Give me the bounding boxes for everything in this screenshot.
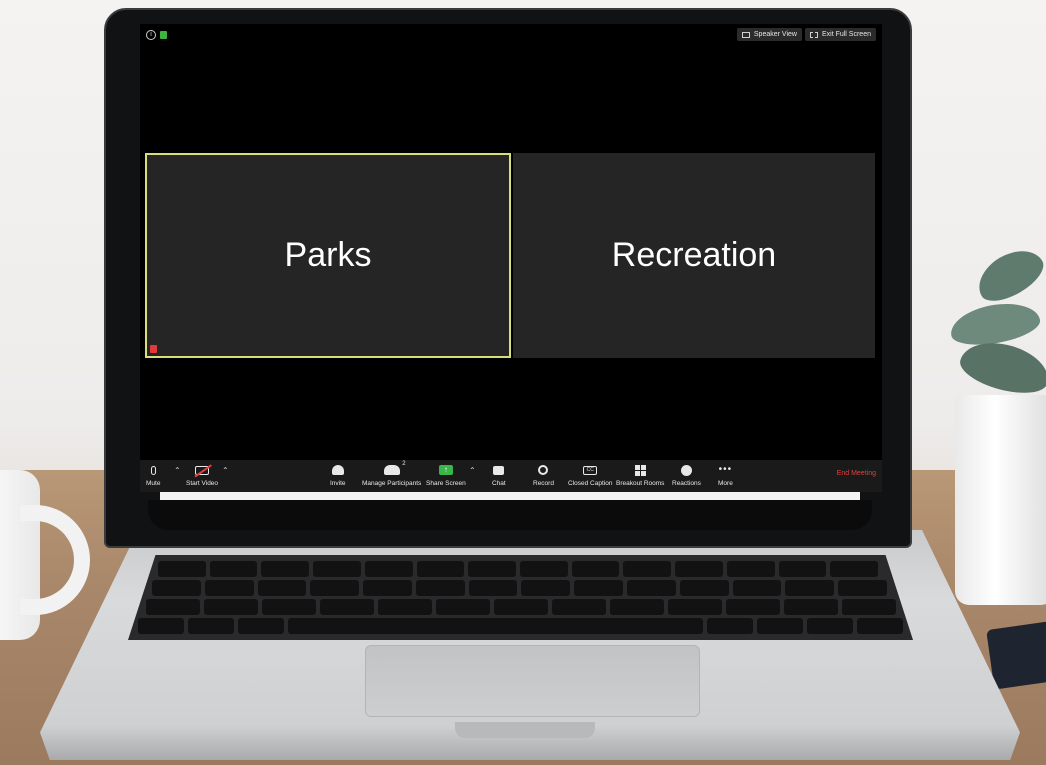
plant-pot (955, 395, 1046, 605)
breakout-rooms-button[interactable]: Breakout Rooms (616, 460, 664, 492)
muted-mic-icon (150, 345, 157, 353)
speaker-view-icon (741, 31, 750, 38)
closed-caption-button[interactable]: CC Closed Caption (568, 460, 612, 492)
lid-notch (455, 722, 595, 738)
meeting-toolbar: Mute ⌃ Start Video ⌃ Invite 2 Manage Par… (140, 460, 882, 492)
closed-caption-icon: CC (583, 465, 598, 475)
meeting-window: i Speaker View Exit Full Screen Parks Re… (140, 24, 882, 492)
top-left-status: i (146, 30, 167, 40)
view-controls: Speaker View Exit Full Screen (736, 28, 876, 41)
share-screen-label: Share Screen (426, 480, 466, 487)
info-icon[interactable]: i (146, 30, 156, 40)
invite-button[interactable]: Invite (330, 460, 346, 492)
speaker-view-label: Speaker View (753, 31, 797, 38)
keyboard (128, 555, 913, 640)
participant-name: Parks (284, 236, 372, 274)
key-row (146, 599, 896, 615)
more-button[interactable]: ••• More (718, 460, 733, 492)
reactions-button[interactable]: Reactions (672, 460, 701, 492)
record-icon (538, 465, 549, 475)
more-label: More (718, 480, 733, 487)
audio-options-chevron-icon[interactable]: ⌃ (174, 466, 181, 475)
share-screen-icon: ↑ (438, 465, 453, 475)
participants-icon (383, 465, 400, 475)
lock-icon[interactable] (160, 31, 167, 39)
add-user-icon (331, 465, 344, 475)
participant-count: 2 (402, 461, 406, 467)
participant-tile-recreation[interactable]: Recreation (513, 153, 875, 358)
record-label: Record (533, 480, 554, 487)
mute-button[interactable]: Mute (146, 460, 160, 492)
chat-label: Chat (492, 480, 506, 487)
chat-button[interactable]: Chat (492, 460, 506, 492)
participant-tile-parks[interactable]: Parks (145, 153, 511, 358)
key-row (138, 618, 903, 634)
exit-full-screen-label: Exit Full Screen (821, 31, 871, 38)
reactions-label: Reactions (672, 480, 701, 487)
mute-label: Mute (146, 480, 161, 487)
start-video-button[interactable]: Start Video (186, 460, 218, 492)
trackpad (365, 645, 700, 717)
end-meeting-button[interactable]: End Meeting (837, 470, 876, 477)
exit-full-screen-button[interactable]: Exit Full Screen (804, 28, 876, 41)
key-row (152, 580, 887, 596)
key-row (158, 561, 879, 577)
start-video-label: Start Video (186, 480, 219, 487)
plant-leaf (969, 240, 1046, 310)
chat-icon (493, 465, 505, 475)
video-options-chevron-icon[interactable]: ⌃ (222, 466, 229, 475)
video-off-icon (195, 465, 210, 475)
screen-bezel (148, 500, 872, 530)
manage-participants-button[interactable]: 2 Manage Participants (362, 460, 421, 492)
exit-full-screen-icon (809, 31, 818, 38)
manage-participants-label: Manage Participants (362, 480, 422, 487)
speaker-view-button[interactable]: Speaker View (736, 28, 802, 41)
notebook (986, 620, 1046, 690)
microphone-icon (150, 465, 156, 475)
participant-name: Recreation (611, 236, 777, 274)
invite-label: Invite (330, 480, 346, 487)
record-button[interactable]: Record (533, 460, 554, 492)
share-screen-button[interactable]: ↑ Share Screen (426, 460, 466, 492)
breakout-rooms-icon (634, 464, 646, 476)
closed-caption-label: Closed Caption (568, 480, 613, 487)
reactions-icon (680, 464, 692, 476)
breakout-rooms-label: Breakout Rooms (616, 480, 665, 487)
more-icon: ••• (718, 464, 733, 475)
share-options-chevron-icon[interactable]: ⌃ (469, 466, 476, 475)
